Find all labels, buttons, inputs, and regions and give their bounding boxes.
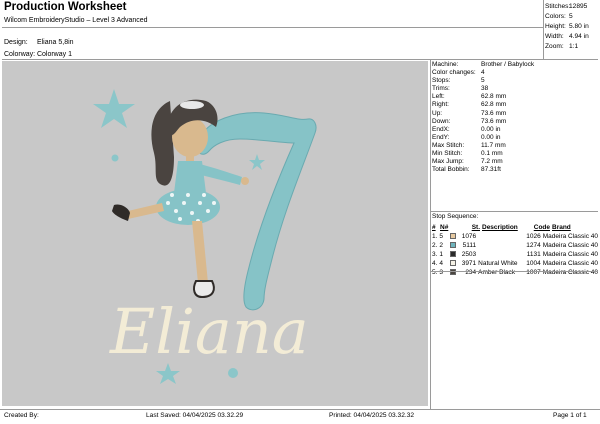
divider <box>430 59 431 409</box>
design-row: Design: Eliana 5,8in <box>4 39 74 46</box>
color-swatch <box>450 260 457 266</box>
color-swatch <box>450 242 457 248</box>
spec-row: Right: 62.8 mm <box>432 101 507 109</box>
dot-icon <box>111 154 119 162</box>
table-row: 1. 5 1076 1026 Madeira Classic 40 <box>432 233 599 240</box>
machine-specs: Machine: Brother / Babylock Color changes… <box>432 61 598 174</box>
stop-sequence-title: Stop Sequence: <box>432 213 479 220</box>
embroidery-design-image: Eliana <box>93 89 317 384</box>
software-subtitle: Wilcom EmbroideryStudio – Level 3 Advanc… <box>4 17 148 24</box>
divider <box>430 211 598 212</box>
spec-row: Stops: 5 <box>432 77 485 85</box>
table-row: 5. 3 234 Amber Black 1007 Madeira Classi… <box>432 269 599 276</box>
created-by: Created By: <box>4 412 39 419</box>
spec-row: EndX: 0.00 in <box>432 125 501 133</box>
summary-stats: Stitches: 12895 Colors: 5 Height: 5.80 in W… <box>545 2 597 52</box>
design-name-text: Eliana <box>109 295 309 368</box>
design-label: Design: <box>4 39 28 46</box>
table-row: 2. 2 5111 1274 Madeira Classic 40 <box>432 242 599 249</box>
dot-icon <box>228 368 238 378</box>
spec-row: EndY: 0.00 in <box>432 133 501 141</box>
divider <box>2 27 543 28</box>
footer: Created By: Last Saved: 04/04/2025 03.32… <box>0 409 600 424</box>
divider <box>2 59 598 60</box>
table-row: 3. 1 2503 1131 Madeira Classic 40 <box>432 251 599 258</box>
divider <box>543 0 544 59</box>
design-value: Eliana 5,8in <box>36 39 74 46</box>
colorway-value: Colorway 1 <box>36 51 72 58</box>
spec-row: Total Bobbin: 87.31ft <box>432 166 501 174</box>
spec-row: Max Jump: 7.2 mm <box>432 158 503 166</box>
color-swatch <box>450 269 457 275</box>
colorway-label: Colorway: <box>4 51 36 58</box>
spec-row: Trims: 38 <box>432 85 489 93</box>
stop-sequence-table: # N# St. Description Code Brand 1. 5 107… <box>432 223 598 277</box>
stat-zoom: Zoom: 1:1 <box>545 43 579 50</box>
spec-row: Left: 62.8 mm <box>432 93 507 101</box>
table-header: # N# St. Description Code Brand <box>432 224 571 231</box>
spec-row: Max Stitch: 11.7 mm <box>432 141 506 149</box>
star-icon <box>93 89 135 128</box>
stat-colors: Colors: 5 <box>545 13 573 20</box>
printed-date: Printed: 04/04/2025 03.32.32 <box>329 412 415 419</box>
color-swatch <box>450 233 457 239</box>
page-number: Page 1 of 1 <box>553 412 587 419</box>
page-title: Production Worksheet <box>4 1 127 13</box>
table-row: 4. 4 3971 Natural White 1004 Madeira Cla… <box>432 260 599 267</box>
colorway-row: Colorway: Colorway 1 <box>4 51 72 58</box>
star-icon <box>249 154 265 170</box>
spec-row: Machine: Brother / Babylock <box>432 61 535 68</box>
last-saved: Last Saved: 04/04/2025 03.32.29 <box>146 412 244 419</box>
spec-row: Up: 73.6 mm <box>432 109 507 117</box>
spec-row: Color changes: 4 <box>432 69 485 77</box>
stat-width: Width: 4.94 in <box>545 33 589 40</box>
stat-height: Height: 5.80 in <box>545 23 589 30</box>
design-preview: Eliana <box>2 61 428 406</box>
spec-row: Min Stitch: 0.1 mm <box>432 150 503 158</box>
spec-row: Down: 73.6 mm <box>432 117 507 125</box>
divider <box>430 271 598 272</box>
color-swatch <box>450 251 457 257</box>
stat-stitches: Stitches: 12895 <box>545 3 588 10</box>
